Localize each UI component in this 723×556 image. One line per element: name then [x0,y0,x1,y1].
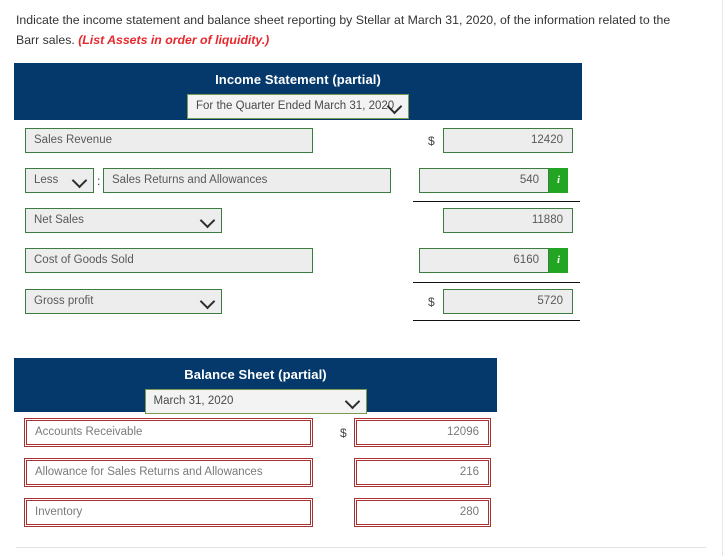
balance-row-1-label-value: Allowance for Sales Returns and Allowanc… [35,466,263,478]
income-row-3-amount-value: 6160 [513,254,539,266]
balance-row-2-label-value: Inventory [35,506,83,518]
income-row-4-dollar-sign: $ [428,295,435,309]
balance-row-1-amount-input[interactable]: 216 [354,458,491,487]
income-statement-title: Income Statement (partial) [215,72,381,87]
subtotal-rule-net-sales [413,201,580,202]
income-row-0-dollar-sign: $ [428,134,435,148]
chevron-down-icon [199,293,216,309]
question-prompt: Indicate the income statement and balanc… [16,10,696,50]
income-row-2-label-select[interactable]: Net Sales [25,208,222,233]
income-row-3-info-icon[interactable]: i [549,248,568,273]
income-row-4-label-select[interactable]: Gross profit [25,289,222,314]
income-row-3-info-glyph: i [556,254,561,266]
balance-sheet-header: Balance Sheet (partial) March 31, 2020 [14,358,497,414]
income-row-2-label-value: Net Sales [34,214,84,226]
chevron-down-icon [344,393,360,409]
total-rule-gross-profit-bottom [413,320,580,321]
income-row-1-prefix-select[interactable]: Less [25,168,94,193]
income-row-1-prefix-value: Less [34,174,59,186]
income-row-1-amount-value: 540 [519,174,539,186]
income-row-2-amount-input[interactable]: 11880 [443,208,573,233]
chevron-down-icon [71,172,88,188]
balance-row-0-amount-input[interactable]: 12096 [354,418,491,447]
income-row-4-amount-input[interactable]: 5720 [443,289,573,314]
balance-row-0-label-input[interactable]: Accounts Receivable [24,418,313,447]
income-row-0-amount-value: 12420 [531,134,563,146]
subtotal-rule-gross-profit-top [413,282,580,283]
balance-row-0-label-value: Accounts Receivable [35,426,143,438]
income-row-1-info-glyph: i [556,174,561,186]
balance-sheet-date-value: March 31, 2020 [153,395,234,407]
balance-row-2-amount-input[interactable]: 280 [354,498,491,527]
income-row-0-amount-input[interactable]: 12420 [443,128,573,153]
balance-sheet-date-select[interactable]: March 31, 2020 [144,389,367,414]
income-row-3-label-value: Cost of Goods Sold [34,254,134,266]
income-row-0-label-input[interactable]: Sales Revenue [25,128,313,153]
income-row-1-label-value: Sales Returns and Allowances [112,174,268,186]
balance-row-1-label-input[interactable]: Allowance for Sales Returns and Allowanc… [24,458,313,487]
balance-row-1-amount-value: 216 [459,466,479,478]
income-row-3-amount-input[interactable]: 6160 [419,248,549,273]
chevron-down-icon [199,212,216,228]
income-row-4-amount-value: 5720 [537,295,563,307]
prompt-emphasis: (List Assets in order of liquidity.) [78,33,270,47]
income-row-1-info-icon[interactable]: i [549,168,568,193]
income-row-1-separator: : [97,174,101,188]
income-row-2-amount-value: 11880 [531,214,563,226]
balance-row-0-amount-value: 12096 [447,426,479,438]
income-row-3-label-input[interactable]: Cost of Goods Sold [25,248,313,273]
balance-row-2-label-input[interactable]: Inventory [24,498,313,527]
income-row-1-amount-input[interactable]: 540 [419,168,549,193]
income-statement-header: Income Statement (partial) For the Quart… [14,63,582,120]
balance-row-0-dollar-sign: $ [340,426,347,440]
income-row-4-label-value: Gross profit [34,295,94,307]
income-statement-period-value: For the Quarter Ended March 31, 2020 [196,100,395,112]
income-row-0-label-value: Sales Revenue [34,134,112,146]
footer-divider [16,547,706,548]
income-row-1-label-input[interactable]: Sales Returns and Allowances [103,168,391,193]
balance-row-2-amount-value: 280 [459,506,479,518]
income-statement-period-select[interactable]: For the Quarter Ended March 31, 2020 [187,94,409,119]
balance-sheet-title: Balance Sheet (partial) [184,367,327,382]
